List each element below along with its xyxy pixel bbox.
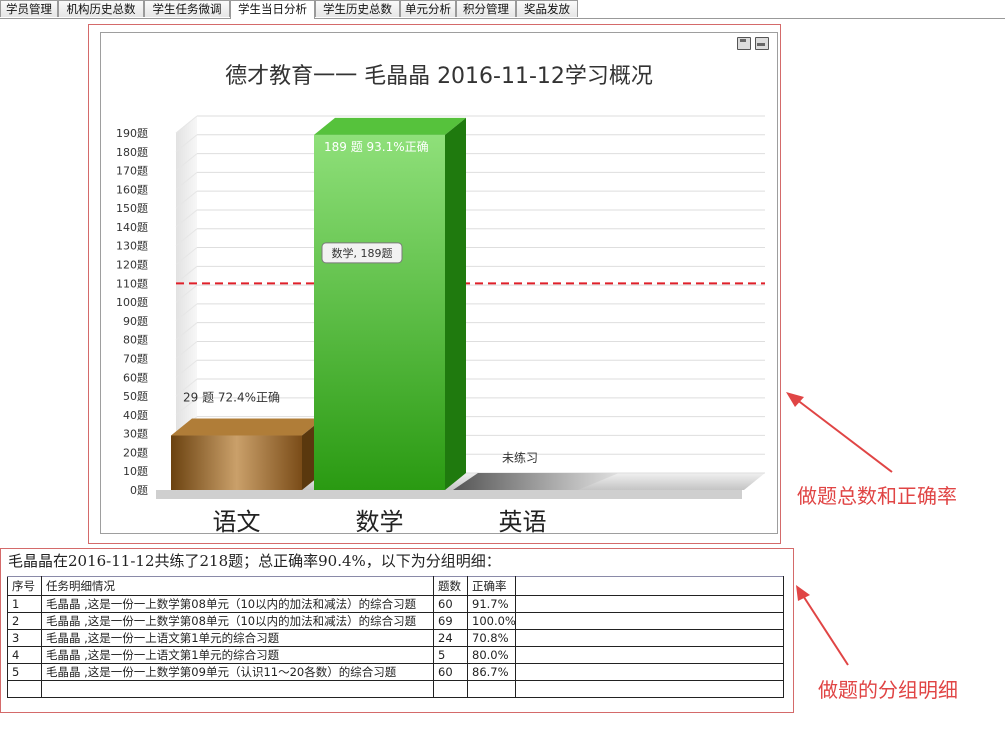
table-annotation: 做题的分组明细 (818, 678, 958, 702)
table-cell: 60 (433, 663, 468, 681)
table-cell: 80.0% (467, 646, 516, 664)
category-label: 数学 (356, 508, 404, 533)
table-cell: 69 (433, 612, 468, 630)
data-label: 未练习 (502, 450, 538, 465)
table-cell (467, 680, 516, 698)
table-cell: 2 (7, 612, 42, 630)
table-cell: 60 (433, 595, 468, 613)
tab-student-history[interactable]: 学生历史总数 (315, 0, 400, 17)
y-tick-label: 10题 (123, 465, 148, 478)
chart-annotation: 做题总数和正确率 (797, 484, 957, 508)
table-cell (515, 680, 784, 698)
chart-title: 德才教育一一 毛晶晶 2016-11-12学习概况 (225, 64, 653, 89)
summary-text: 毛晶晶在2016-11-12共练了218题；总正确率90.4%，以下为分组明细： (8, 552, 501, 570)
table-cell: 毛晶晶 ,这是一份一上数学第08单元（10以内的加法和减法）的综合习题 (41, 595, 434, 613)
y-tick-label: 110题 (116, 277, 148, 290)
table-cell (515, 663, 784, 681)
data-label: 189 题 93.1%正确 (324, 140, 429, 154)
detail-table: 序号 任务明细情况 题数 正确率 1 毛晶晶 ,这是一份一上数学第08单元（10以… (7, 576, 784, 698)
table-cell: 毛晶晶 ,这是一份一上数学第09单元（认识11～20各数）的综合习题 (41, 663, 434, 681)
category-label: 英语 (499, 508, 547, 533)
y-tick-label: 160题 (116, 183, 148, 196)
table-cell: 100.0% (467, 612, 516, 630)
bar-chart: 德才教育一一 毛晶晶 2016-11-12学习概况 0题 10题 20题 30题 40题… (116, 64, 765, 533)
y-tick-label: 20题 (123, 446, 148, 459)
table-cell: 91.7% (467, 595, 516, 613)
data-label: 29 题 72.4%正确 (183, 391, 280, 405)
table-cell (433, 680, 468, 698)
chart-annotation-arrow (786, 392, 893, 473)
y-tick-label: 180题 (116, 146, 148, 159)
y-tick-label: 120题 (116, 259, 148, 272)
bar-top-1 (314, 117, 466, 135)
header-index: 序号 (7, 576, 42, 596)
floor-front (156, 490, 742, 499)
tab-task-adjust[interactable]: 学生任务微调 (144, 0, 230, 17)
y-tick-label: 100题 (116, 296, 148, 309)
y-tick-label: 30题 (123, 428, 148, 441)
y-tick-label: 60题 (123, 371, 148, 384)
y-tick-label: 50题 (123, 390, 148, 403)
table-cell (41, 680, 434, 698)
tab-student-management[interactable]: 学员管理 (0, 0, 58, 17)
table-cell: 86.7% (467, 663, 516, 681)
y-tick-label: 150题 (116, 202, 148, 215)
table-row: 4 毛晶晶 ,这是一份一上语文第1单元的综合习题 5 80.0% (7, 646, 784, 664)
bar-side-1 (445, 117, 466, 491)
table-row: 2 毛晶晶 ,这是一份一上数学第08单元（10以内的加法和减法）的综合习题 69 10… (7, 612, 784, 630)
table-row: 3 毛晶晶 ,这是一份一上语文第1单元的综合习题 24 70.8% (7, 629, 784, 647)
table-cell: 毛晶晶 ,这是一份一上数学第08单元（10以内的加法和减法）的综合习题 (41, 612, 434, 630)
table-cell: 1 (7, 595, 42, 613)
y-tick-label: 170题 (116, 165, 148, 178)
table-cell (515, 646, 784, 664)
tab-daily-analysis[interactable]: 学生当日分析 (230, 0, 315, 19)
table-cell: 毛晶晶 ,这是一份一上语文第1单元的综合习题 (41, 629, 434, 647)
table-cell: 3 (7, 629, 42, 647)
table-annotation-arrow (796, 585, 849, 666)
bar-top-0 (171, 418, 323, 436)
table-cell (515, 595, 784, 613)
tab-unit-analysis[interactable]: 单元分析 (400, 0, 456, 17)
tab-prizes[interactable]: 奖品发放 (516, 0, 578, 17)
chart-frame: 德才教育一一 毛晶晶 2016-11-12学习概况 0题 10题 20题 30题 40题… (100, 32, 778, 534)
table-cell: 24 (433, 629, 468, 647)
y-tick-label: 0题 (130, 484, 148, 497)
bar-0 (171, 435, 302, 490)
table-cell (515, 612, 784, 630)
table-cell: 毛晶晶 ,这是一份一上语文第1单元的综合习题 (41, 646, 434, 664)
table-header-row: 序号 任务明细情况 题数 正确率 (7, 576, 784, 596)
y-tick-label: 140题 (116, 221, 148, 234)
table-row (7, 680, 784, 698)
table-cell: 4 (7, 646, 42, 664)
tab-bar: 学员管理 机构历史总数 学生任务微调 学生当日分析 学生历史总数 单元分析 积分… (0, 0, 1005, 19)
tab-org-history[interactable]: 机构历史总数 (58, 0, 144, 17)
category-label: 语文 (213, 508, 261, 533)
bar-1 (314, 134, 445, 490)
header-accuracy: 正确率 (467, 576, 516, 596)
table-cell (515, 629, 784, 647)
y-tick-label: 190题 (116, 127, 148, 140)
tab-points[interactable]: 积分管理 (456, 0, 516, 17)
y-tick-label: 90题 (123, 315, 148, 328)
y-tick-label: 80题 (123, 334, 148, 347)
table-row: 5 毛晶晶 ,这是一份一上数学第09单元（认识11～20各数）的综合习题 60 86.… (7, 663, 784, 681)
tooltip-text: 数学, 189题 (332, 246, 393, 260)
header-task: 任务明细情况 (41, 576, 434, 596)
y-tick-label: 130题 (116, 240, 148, 253)
table-cell: 70.8% (467, 629, 516, 647)
table-cell (7, 680, 42, 698)
table-cell: 5 (433, 646, 468, 664)
header-blank (515, 576, 784, 596)
table-row: 1 毛晶晶 ,这是一份一上数学第08单元（10以内的加法和减法）的综合习题 60 91… (7, 595, 784, 613)
y-tick-label: 70题 (123, 352, 148, 365)
y-tick-label: 40题 (123, 409, 148, 422)
table-cell: 5 (7, 663, 42, 681)
header-count: 题数 (433, 576, 468, 596)
